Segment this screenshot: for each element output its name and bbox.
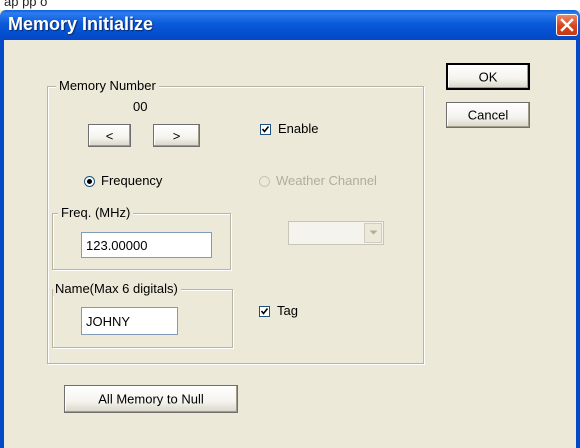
chevron-down-icon <box>369 230 378 235</box>
frequency-input[interactable] <box>81 232 212 258</box>
weather-channel-label: Weather Channel <box>276 173 377 188</box>
next-memory-button[interactable]: > <box>153 124 200 147</box>
dropdown-arrow[interactable] <box>364 223 382 243</box>
memory-number-value: 00 <box>133 99 148 114</box>
all-memory-to-null-button[interactable]: All Memory to Null <box>64 385 238 413</box>
checkmark-icon <box>261 126 270 133</box>
weather-channel-radio[interactable] <box>259 176 270 187</box>
ok-button[interactable]: OK <box>446 63 530 90</box>
frequency-radio[interactable] <box>84 176 95 187</box>
window-frame-left <box>0 40 4 448</box>
window-title: Memory Initialize <box>8 14 154 34</box>
weather-channel-dropdown[interactable] <box>288 221 384 245</box>
tag-label: Tag <box>277 303 298 318</box>
tag-checkbox[interactable] <box>259 306 270 317</box>
cancel-button[interactable]: Cancel <box>446 102 530 128</box>
background-text: ap pp o <box>4 0 48 9</box>
background-window: ap pp o <box>0 0 580 10</box>
enable-checkbox[interactable] <box>260 124 271 135</box>
enable-label: Enable <box>278 121 319 136</box>
title-bar[interactable]: Memory Initialize <box>0 10 580 40</box>
memory-number-legend: Memory Number <box>56 78 159 93</box>
previous-memory-button[interactable]: < <box>88 124 131 147</box>
frequency-label: Frequency <box>101 173 163 188</box>
close-button[interactable] <box>556 14 578 36</box>
freq-legend: Freq. (MHz) <box>58 205 134 220</box>
close-icon <box>560 18 574 32</box>
name-legend: Name(Max 6 digitals) <box>53 281 181 296</box>
window-frame-right <box>576 40 580 448</box>
memory-initialize-dialog: Memory Initialize OK Cancel Memory Numbe… <box>0 10 580 448</box>
name-input[interactable] <box>81 307 178 335</box>
checkmark-icon <box>260 308 269 315</box>
